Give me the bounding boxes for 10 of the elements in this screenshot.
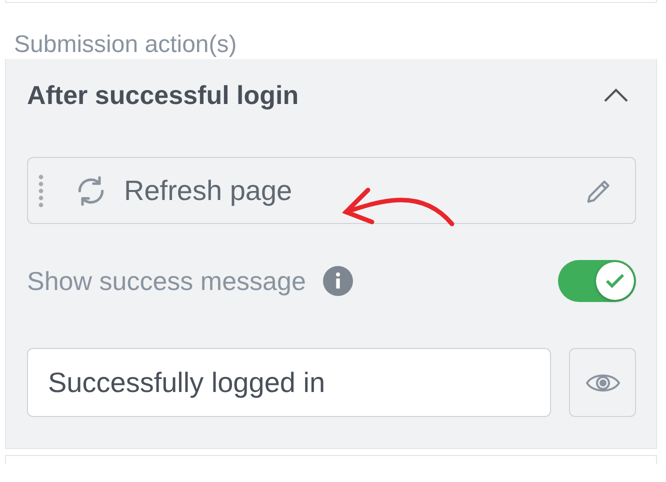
toggle-label: Show success message — [27, 266, 306, 296]
collapse-button[interactable] — [602, 86, 630, 104]
action-item[interactable]: Refresh page — [27, 157, 636, 224]
preview-button[interactable] — [569, 348, 636, 417]
info-icon[interactable] — [322, 265, 354, 297]
message-input-field[interactable]: Successfully logged in — [27, 348, 552, 417]
panel-title: After successful login — [27, 80, 299, 110]
toggle-switch[interactable] — [558, 260, 636, 302]
action-label: Refresh page — [124, 174, 292, 206]
drag-handle-icon[interactable] — [38, 174, 44, 208]
